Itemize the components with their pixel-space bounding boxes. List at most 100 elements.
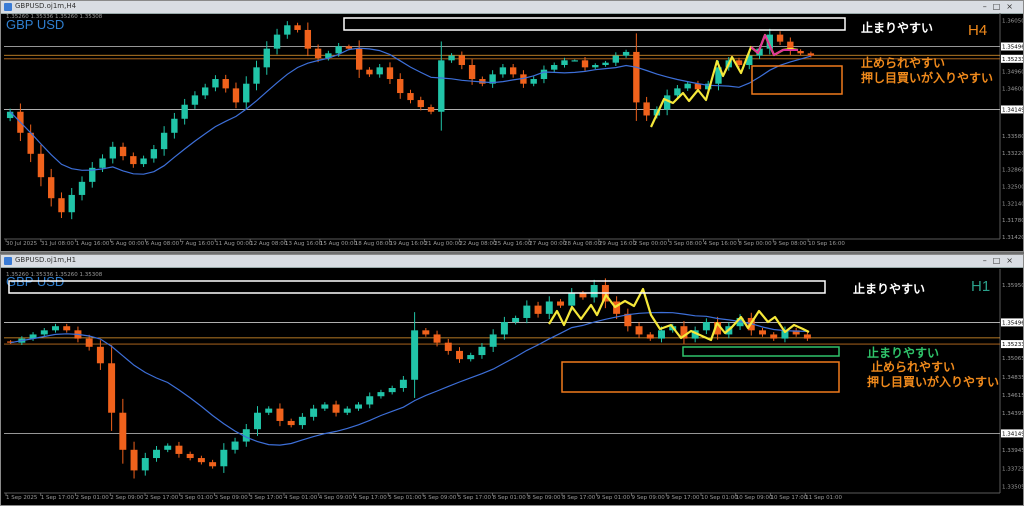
moving-average-line	[9, 47, 812, 175]
candle-body	[530, 79, 537, 84]
candle-body	[376, 67, 383, 75]
h1-timeframe-label: H1	[971, 278, 990, 295]
time-axis-tick: 3 Sep 17:00	[249, 495, 283, 501]
candle-body	[684, 83, 691, 89]
candle-body	[397, 79, 404, 94]
h4-side-annotation-1: 止められやすい	[861, 55, 945, 70]
price-axis-tick: 1.33505	[1002, 484, 1024, 490]
candle-body	[551, 65, 558, 70]
candle-body	[335, 46, 342, 54]
candle-body	[411, 330, 419, 380]
candle-body	[568, 293, 576, 306]
candle-body	[119, 146, 127, 157]
h4-chart-canvas[interactable]: GBP USD 1.35260 1.35336 1.35260 1.35308 …	[1, 1, 1024, 252]
candle-body	[284, 25, 291, 35]
candle-body	[314, 48, 322, 58]
candle-body	[222, 79, 229, 89]
candle-body	[140, 158, 147, 165]
candle-body	[232, 88, 240, 103]
time-axis-tick: 7 Aug 16:00	[180, 241, 214, 247]
time-axis-tick: 8 Sep 09:00	[527, 495, 561, 501]
candle-body	[386, 67, 394, 80]
candle-body	[37, 153, 45, 178]
candle-body	[509, 67, 517, 75]
candle-body	[622, 51, 630, 56]
h1-resistance-box	[8, 280, 826, 294]
candle-body	[99, 158, 106, 168]
candle-body	[557, 301, 564, 306]
candle-body	[304, 29, 312, 49]
candle-body	[635, 326, 643, 335]
h1-side-annotation-2: 押し目買いが入りやすい	[867, 374, 999, 389]
candle-body	[40, 330, 48, 335]
candle-body	[602, 62, 609, 66]
time-axis-tick: 3 Sep 01:00	[180, 495, 214, 501]
time-axis-tick: 28 Aug 08:00	[564, 241, 602, 247]
price-axis-tick: 1.32500	[1002, 185, 1024, 191]
candle-body	[202, 87, 209, 96]
time-axis-tick: 4 Sep 17:00	[354, 495, 388, 501]
candle-body	[345, 46, 353, 49]
candle-body	[399, 379, 407, 389]
time-axis-tick: 30 Jul 2025	[6, 241, 38, 247]
h1-green-box	[682, 346, 840, 357]
candle-body	[444, 342, 452, 351]
candle-body	[355, 404, 362, 409]
candle-body	[171, 118, 178, 133]
candle-body	[150, 149, 158, 159]
candle-body	[499, 67, 507, 75]
time-axis-tick: 3 Sep 09:00	[215, 495, 249, 501]
candle-body	[592, 65, 599, 68]
price-axis-tick: 1.34395	[1002, 411, 1024, 417]
time-axis-tick: 2 Sep 00:00	[634, 241, 668, 247]
zigzag-line	[650, 33, 799, 128]
candle-body	[702, 322, 710, 331]
candle-body	[186, 453, 194, 459]
candle-body	[85, 338, 93, 347]
candle-body	[160, 132, 168, 150]
price-axis-tick: 1.34149	[1002, 107, 1024, 113]
time-axis-tick: 5 Sep 17:00	[458, 495, 492, 501]
price-axis-tick: 1.32140	[1002, 201, 1024, 207]
time-axis-tick: 9 Sep 09:00	[632, 495, 666, 501]
candle-body	[109, 146, 116, 159]
candle-body	[545, 301, 553, 314]
candle-body	[633, 51, 640, 103]
price-axis-tick: 1.34960	[1002, 70, 1024, 76]
candle-body	[417, 100, 424, 108]
candle-body	[797, 50, 804, 54]
candle-body	[220, 449, 228, 467]
time-axis-tick: 9 Sep 08:00	[773, 241, 807, 247]
candle-body	[175, 445, 183, 454]
candle-body	[534, 305, 542, 314]
h1-support-box	[561, 361, 840, 393]
candle-body	[52, 326, 59, 331]
candle-body	[807, 53, 815, 56]
candle-body	[366, 69, 373, 75]
time-axis-tick: 8 Sep 17:00	[562, 495, 596, 501]
h4-support-box	[751, 65, 843, 95]
candle-body	[254, 412, 261, 430]
time-axis-tick: 27 Aug 00:00	[529, 241, 567, 247]
time-axis-tick: 11 Aug 00:00	[215, 241, 253, 247]
candle-body	[321, 404, 329, 409]
h1-chart-window[interactable]: GBPUSD.oj1m,H1 –□× GBP USD 1.35260 1.353…	[0, 254, 1024, 506]
candle-body	[456, 350, 463, 360]
candle-body	[458, 55, 466, 66]
h4-chart-window[interactable]: GBPUSD.oj1m,H4 –□× GBP USD 1.35260 1.353…	[0, 0, 1024, 252]
candle-body	[119, 412, 127, 450]
price-axis-tick: 1.36050	[1002, 19, 1024, 25]
candle-body	[287, 420, 295, 426]
candle-body	[6, 111, 14, 119]
h1-chart-canvas[interactable]: GBP USD 1.35260 1.35336 1.35260 1.35308 …	[1, 255, 1024, 506]
time-axis-tick: 2 Sep 01:00	[76, 495, 110, 501]
time-axis-tick: 8 Sep 00:00	[738, 241, 772, 247]
candle-body	[643, 102, 650, 116]
candle-body	[332, 404, 340, 413]
candle-body	[500, 322, 508, 335]
price-axis-tick: 1.35065	[1002, 356, 1024, 362]
time-axis-tick: 2 Sep 09:00	[110, 495, 144, 501]
candle-body	[571, 60, 578, 62]
candle-body	[48, 177, 55, 199]
time-axis-tick: 9 Sep 01:00	[597, 495, 631, 501]
